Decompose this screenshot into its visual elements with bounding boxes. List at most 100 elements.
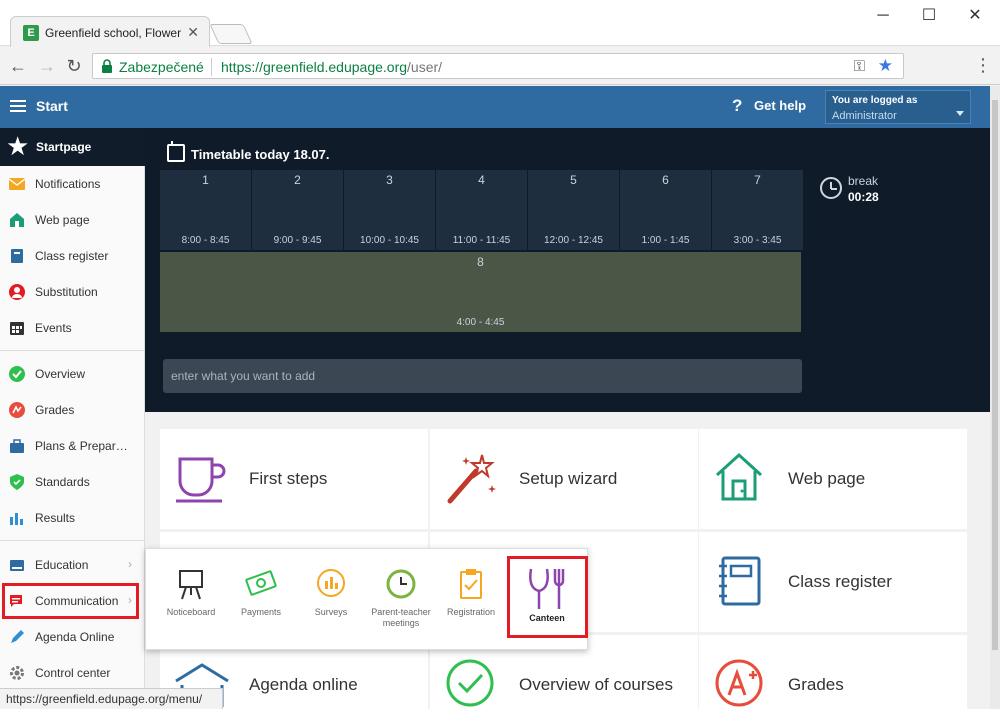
app-header: Start ? Get help You are logged as Admin… [0, 86, 990, 128]
sidebar-divider [0, 350, 145, 351]
lock-icon [102, 59, 112, 73]
sidebar-item-results[interactable]: Results [0, 500, 145, 536]
survey-icon [317, 569, 345, 597]
sidebar-item-label: Substitution [35, 285, 98, 299]
url-input[interactable]: Zabezpečené https://greenfield.edupage.o… [92, 53, 904, 79]
forward-button[interactable]: → [36, 55, 58, 77]
submenu-label: Registration [446, 607, 496, 617]
submenu-label: Payments [240, 607, 282, 617]
submenu-item-surveys[interactable]: Surveys [300, 567, 362, 647]
url-text: https://greenfield.edupage.org/user/ [221, 59, 442, 75]
submenu-label: Parent-teacher meetings [371, 607, 431, 628]
tile-first-steps[interactable]: First steps [160, 429, 428, 529]
sidebar-item-plans[interactable]: Plans & Prepar… [0, 428, 145, 464]
close-window-button[interactable]: ✕ [952, 6, 998, 26]
sidebar-item-label: Agenda Online [35, 630, 115, 644]
calendar-icon [167, 141, 185, 162]
break-label: break [848, 174, 879, 188]
grade-a-plus-icon [715, 659, 763, 707]
user-dropdown[interactable]: You are logged as Administrator [825, 90, 971, 124]
timetable-grid: 1 8:00 - 8:45 2 9:00 - 9:45 3 10:00 - 10:45… [160, 170, 803, 332]
back-button[interactable]: ← [7, 55, 29, 77]
sidebar-item-web-page[interactable]: Web page [0, 202, 145, 238]
period-cell[interactable]: 8 4:00 - 4:45 [160, 252, 801, 332]
submenu-item-registration[interactable]: Registration [440, 567, 502, 647]
clock-icon [820, 177, 842, 199]
start-link[interactable]: Start [36, 98, 68, 114]
chevron-right-icon: › [128, 557, 132, 571]
submenu-item-payments[interactable]: Payments [230, 567, 292, 647]
tab-title: Greenfield school, Flower [45, 26, 182, 40]
period-number: 2 [294, 173, 301, 187]
maximize-button[interactable]: ☐ [906, 6, 952, 26]
sidebar-item-substitution[interactable]: Substitution [0, 274, 145, 310]
submenu-label: Noticeboard [166, 607, 216, 617]
person-icon [9, 284, 25, 300]
period-number: 8 [477, 255, 484, 269]
period-cell[interactable]: 3 10:00 - 10:45 [344, 170, 435, 250]
chevron-down-icon [956, 111, 964, 116]
reload-button[interactable]: ↻ [63, 55, 85, 77]
submenu-item-parent-teacher-meetings[interactable]: Parent-teacher meetings [370, 567, 432, 647]
sidebar-item-notifications[interactable]: Notifications [0, 166, 145, 202]
get-help-link[interactable]: Get help [754, 98, 806, 113]
period-time: 1:00 - 1:45 [641, 235, 690, 246]
tile-label: First steps [249, 469, 328, 488]
tile-class-register[interactable]: Class register [699, 532, 967, 632]
submenu-item-noticeboard[interactable]: Noticeboard [160, 567, 222, 647]
key-icon[interactable]: ⚿ [854, 58, 865, 75]
sidebar-item-grades[interactable]: Grades [0, 392, 145, 428]
break-countdown: 00:28 [848, 190, 879, 204]
education-icon [10, 560, 24, 571]
period-cell[interactable]: 5 12:00 - 12:45 [528, 170, 619, 250]
sidebar-item-startpage[interactable]: ★ Startpage [0, 128, 145, 166]
period-cell[interactable]: 7 3:00 - 3:45 [712, 170, 803, 250]
sidebar-item-events[interactable]: Events [0, 310, 145, 346]
tile-label: Web page [788, 469, 866, 488]
period-number: 3 [386, 173, 393, 187]
tile-setup-wizard[interactable]: Setup wizard [430, 429, 698, 529]
period-time: 8:00 - 8:45 [181, 235, 230, 246]
briefcase-icon [10, 439, 24, 453]
canteen-highlight-box [507, 556, 588, 638]
minimize-button[interactable]: ─ [860, 6, 906, 26]
page-scrollbar-thumb[interactable] [992, 100, 998, 650]
sidebar-item-agenda-online[interactable]: Agenda Online [0, 619, 145, 655]
sidebar-item-education[interactable]: Education › [0, 547, 145, 583]
sidebar-item-overview[interactable]: Overview [0, 356, 145, 392]
help-icon[interactable]: ? [732, 96, 742, 116]
period-time: 9:00 - 9:45 [273, 235, 322, 246]
bookmark-star-icon[interactable]: ★ [878, 56, 893, 76]
sidebar-item-label: Plans & Prepar… [35, 439, 128, 453]
browser-menu-icon[interactable]: ⋮ [974, 55, 992, 76]
communication-highlight-box [2, 583, 139, 619]
period-number: 1 [202, 173, 209, 187]
sidebar-item-standards[interactable]: Standards [0, 464, 145, 500]
edupage-favicon-icon: E [23, 25, 39, 41]
add-item-field[interactable] [163, 359, 802, 393]
sidebar-item-label: Control center [35, 666, 111, 680]
period-time: 12:00 - 12:45 [544, 235, 603, 246]
hamburger-menu-icon[interactable] [10, 100, 26, 112]
sidebar-item-label: Results [35, 511, 76, 525]
period-cell[interactable]: 6 1:00 - 1:45 [620, 170, 711, 250]
new-tab-button[interactable] [209, 24, 253, 44]
tile-web-page[interactable]: Web page [699, 429, 967, 529]
period-cell[interactable]: 2 9:00 - 9:45 [252, 170, 343, 250]
period-number: 6 [662, 173, 669, 187]
period-time: 11:00 - 11:45 [452, 235, 511, 246]
timetable-title: Timetable today 18.07. [191, 147, 330, 162]
sidebar-item-label: Grades [35, 403, 75, 417]
sidebar-item-label: Startpage [36, 140, 92, 154]
sidebar-item-class-register[interactable]: Class register [0, 238, 145, 274]
add-item-input[interactable] [163, 359, 802, 393]
period-cell[interactable]: 4 11:00 - 11:45 [436, 170, 527, 250]
close-tab-icon[interactable]: ✕ [187, 24, 199, 41]
sidebar-item-control-center[interactable]: Control center [0, 655, 145, 691]
period-cell[interactable]: 1 8:00 - 8:45 [160, 170, 251, 250]
tile-grades[interactable]: Grades [699, 635, 967, 709]
tile-label: Overview of courses [519, 675, 673, 694]
envelope-icon [9, 178, 25, 190]
browser-tab[interactable]: E Greenfield school, Flower ✕ [10, 16, 210, 47]
clock-icon [386, 569, 416, 599]
